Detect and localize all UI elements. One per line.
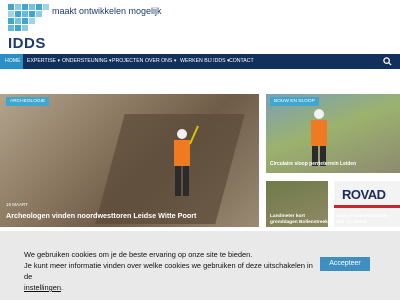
side-article-1-title[interactable]: Circulaire sloop perrieterrein Leiden: [270, 161, 356, 167]
hero-article-title[interactable]: Archeologen vinden noordwesttoren Leidse…: [6, 211, 196, 220]
idds-logo[interactable]: IDDS: [8, 4, 49, 52]
cookie-line-1: We gebruiken cookies om je de beste erva…: [24, 250, 253, 259]
tagline: maakt ontwikkelen mogelijk: [52, 6, 162, 16]
rovad-logo: ROVAD: [342, 187, 386, 202]
cookie-banner: We gebruiken cookies om je de beste erva…: [0, 231, 400, 300]
cookie-period: .: [60, 283, 64, 292]
category-badge[interactable]: ARCHEOLOGIE: [6, 97, 50, 106]
settings-link[interactable]: instellingen: [24, 283, 61, 292]
cookie-message: We gebruiken cookies om je de beste erva…: [24, 249, 314, 293]
nav-item-projecten[interactable]: PROJECTEN: [112, 54, 143, 69]
logo-text: IDDS: [8, 35, 46, 52]
article-date: 19 MAART: [6, 202, 28, 207]
nav-item-werken-bij[interactable]: WERKEN BIJ IDDS ▾: [180, 54, 230, 69]
search-icon[interactable]: [383, 57, 392, 66]
logo-bar: [334, 205, 400, 208]
main-nav: HOME EXPERTISE ▾ ONDERSTEUNING ▾ PROJECT…: [0, 54, 400, 69]
accept-cookies-button[interactable]: Accepteer: [320, 257, 370, 271]
nav-item-expertise[interactable]: EXPERTISE ▾: [27, 54, 60, 69]
nav-item-home[interactable]: HOME: [0, 54, 23, 69]
nav-item-contact[interactable]: CONTACT: [229, 54, 254, 69]
site-header: IDDS maakt ontwikkelen mogelijk: [0, 0, 400, 54]
nav-item-over-ons[interactable]: OVER ONS ▾: [145, 54, 176, 69]
category-badge[interactable]: BOUW EN SLOOP: [270, 97, 319, 106]
worker-illustration: [311, 109, 327, 166]
side-article-3-title[interactable]: Kom je naar ROVADIK – Hal 12, stand: [337, 214, 399, 226]
cookie-line-2: Je kunt meer informatie vinden over welk…: [24, 261, 313, 281]
side-article-2-title[interactable]: Landmeter kort gronddagen Bollenstreek: [270, 214, 328, 226]
logo-grid-icon: [8, 4, 49, 34]
nav-item-ondersteuning[interactable]: ONDERSTEUNING ▾: [62, 54, 112, 69]
worker-illustration: [174, 125, 199, 196]
hero-article[interactable]: ARCHEOLOGIE: [0, 94, 259, 227]
